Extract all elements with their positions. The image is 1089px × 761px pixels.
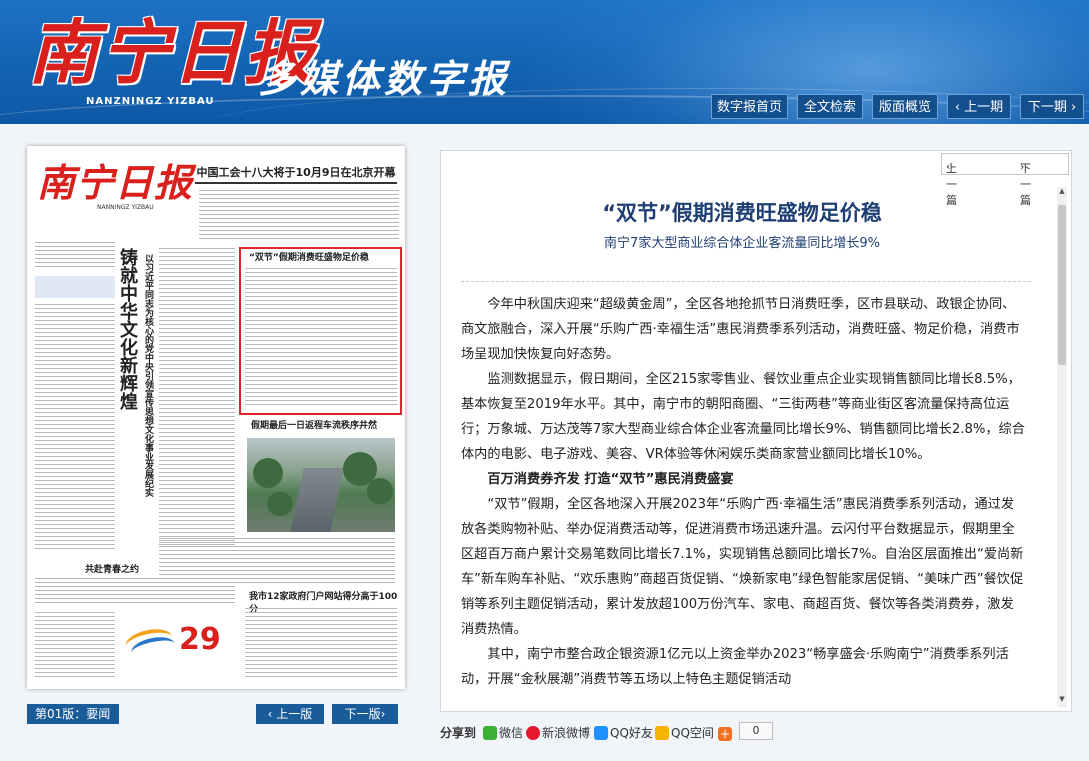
article-subheading: 百万消费券齐发 打造“双节”惠民消费盛宴 <box>487 472 734 487</box>
share-qzone[interactable]: QQ空间 <box>655 724 714 741</box>
article-body: 今年中秋国庆迎来“超级黄金周”，全区各地抢抓节日消费旺季，区市县联动、政银企协同… <box>461 292 1025 692</box>
share-label: 分享到 <box>440 726 477 740</box>
text-column <box>35 612 115 682</box>
text-column <box>159 248 235 548</box>
plus-icon: + <box>718 727 732 741</box>
home-button[interactable]: 数字报首页 <box>711 94 788 119</box>
scroll-up-icon[interactable]: ▲ <box>1057 187 1067 199</box>
article-subtitle: 南宁7家大型商业综合体企业客流量同比增长9% <box>604 236 880 251</box>
divider <box>461 281 1031 282</box>
paper-headline[interactable]: 中国工会十八大将于10月9日在北京开幕 <box>195 162 397 184</box>
page-preview-panel: 南宁日报 NANNINGZ YIZBAU 中国工会十八大将于10月9日在北京开幕… <box>0 124 430 761</box>
chevron-right-icon: › <box>380 707 386 721</box>
layout-overview-button[interactable]: 版面概览 <box>872 94 938 119</box>
vertical-headline[interactable]: 铸就中华文化新辉煌 <box>117 248 143 410</box>
scrollbar-thumb[interactable] <box>1058 205 1066 365</box>
paper-masthead: 南宁日报 <box>37 160 194 205</box>
share-qq-friend[interactable]: QQ好友 <box>594 724 653 741</box>
traffic-photo[interactable] <box>247 438 395 532</box>
share-wechat[interactable]: 微信 <box>483 724 523 741</box>
text-column <box>35 578 235 608</box>
chevron-left-icon: ‹ <box>267 707 277 721</box>
prev-edition-button[interactable]: ‹ 上一版 <box>256 704 324 724</box>
text-column <box>35 242 115 272</box>
article-prev-next: ‹ 上一篇 下一篇 › <box>941 153 1069 207</box>
vertical-subheadline: 以习近平同志为核心的党中央引领宣传思想文化事业发展纪实 <box>143 254 153 497</box>
newspaper-page-image[interactable]: 南宁日报 NANNINGZ YIZBAU 中国工会十八大将于10月9日在北京开幕… <box>27 146 405 689</box>
article-paragraph: 其中，南宁市整合政企银资源1亿元以上资金举办2023“畅享盛会·乐购南宁”消费季… <box>461 647 1009 687</box>
chevron-right-icon: › <box>1020 160 1025 173</box>
article-scrollbar[interactable]: ▲ ▼ <box>1057 187 1067 707</box>
qq-icon <box>594 726 608 740</box>
article-paragraph: 监测数据显示，假日期间，全区215家零售业、餐饮业重点企业实现销售额同比增长8.… <box>461 372 1025 462</box>
article-title: “双节”假期消费旺盛物足价稳 <box>602 201 882 225</box>
text-column <box>199 190 399 242</box>
article-paragraph: 今年中秋国庆迎来“超级黄金周”，全区各地抢抓节日消费旺季，区市县联动、政银企协同… <box>461 297 1020 362</box>
countdown-number: 29 <box>179 622 221 657</box>
fulltext-search-button[interactable]: 全文检索 <box>797 94 863 119</box>
section-title-youth[interactable]: 共赴青春之约 <box>85 562 139 575</box>
weibo-icon <box>526 726 540 740</box>
paper-masthead-en: NANNINGZ YIZBAU <box>97 204 154 211</box>
article-panel[interactable]: ‹ 上一篇 下一篇 › “双节”假期消费旺盛物足价稳 南宁7家大型商业综合体企业客流… <box>440 150 1072 712</box>
share-count: 0 <box>739 722 773 740</box>
text-column <box>245 268 397 408</box>
text-column <box>35 304 115 552</box>
chevron-right-icon: › <box>1066 100 1077 115</box>
photo-article-title[interactable]: 假期最后一日返程车流秩序井然 <box>251 418 377 431</box>
share-weibo[interactable]: 新浪微博 <box>526 724 590 741</box>
top-nav: 数字报首页 全文检索 版面概览 ‹ 上一期 下一期 › <box>0 94 1089 120</box>
qzone-star-icon <box>655 726 669 740</box>
site-header: 南宁日报 NANZNINGZ YIZBAU 多媒体数字报 数字报首页 全文检索 … <box>0 0 1089 124</box>
wechat-icon <box>483 726 497 740</box>
chevron-left-icon: ‹ <box>954 100 965 115</box>
current-edition-label: 第01版：要闻 <box>27 704 119 724</box>
scroll-down-icon[interactable]: ▼ <box>1057 695 1067 707</box>
next-edition-button[interactable]: 下一版› <box>332 704 398 724</box>
highlighted-article-title[interactable]: “双节”假期消费旺盛物足价稳 <box>249 250 369 263</box>
next-issue-button[interactable]: 下一期 › <box>1020 94 1084 119</box>
text-column <box>245 608 397 682</box>
prev-issue-button[interactable]: ‹ 上一期 <box>947 94 1011 119</box>
share-more[interactable]: + <box>718 724 734 741</box>
games-countdown-banner[interactable]: 29 <box>121 612 239 666</box>
article-paragraph: “双节”假期，全区各地深入开展2023年“乐购广西·幸福生活”惠民消费季系列活动… <box>461 497 1024 637</box>
